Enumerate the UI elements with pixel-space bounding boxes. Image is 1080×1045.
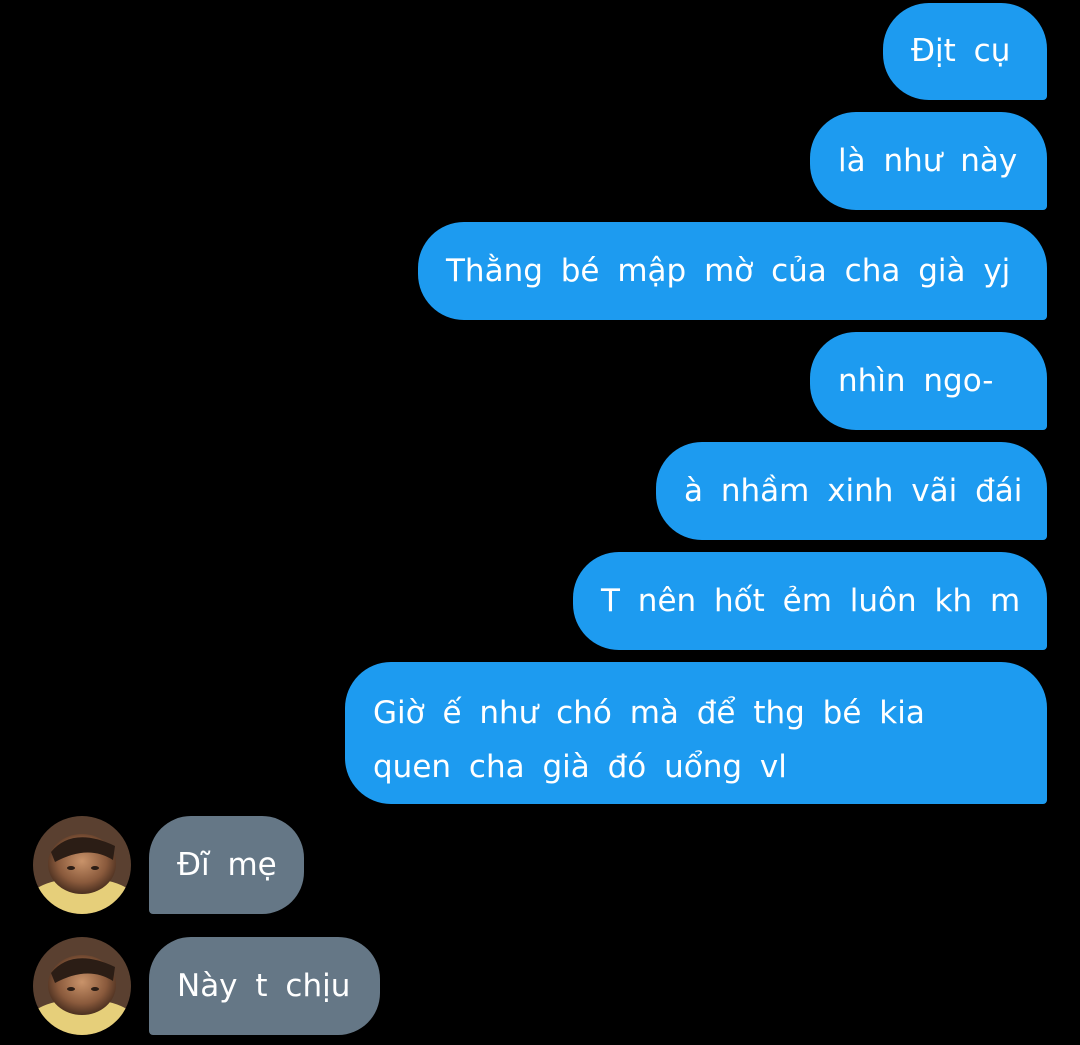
incoming-message[interactable]: Đĩ mẹ xyxy=(149,816,304,914)
outgoing-message[interactable]: Giờ ế như chó mà để thg bé kia quen cha … xyxy=(345,662,1047,804)
incoming-message[interactable]: Này t chịu xyxy=(149,937,380,1035)
outgoing-message[interactable]: T nên hốt ẻm luôn kh m xyxy=(573,552,1047,650)
contact-avatar[interactable] xyxy=(33,816,131,914)
outgoing-message[interactable]: à nhầm xinh vãi đái xyxy=(656,442,1047,540)
outgoing-message[interactable]: Địt cụ xyxy=(883,3,1047,100)
outgoing-message[interactable]: nhìn ngo- xyxy=(810,332,1047,430)
outgoing-message[interactable]: là như này xyxy=(810,112,1047,210)
outgoing-message[interactable]: Thằng bé mập mờ của cha già yj xyxy=(418,222,1047,320)
avatar-photo-icon xyxy=(33,937,131,1035)
avatar-photo-icon xyxy=(33,816,131,914)
contact-avatar[interactable] xyxy=(33,937,131,1035)
chat-thread: Địt cụ là như này Thằng bé mập mờ của ch… xyxy=(0,0,1080,1045)
